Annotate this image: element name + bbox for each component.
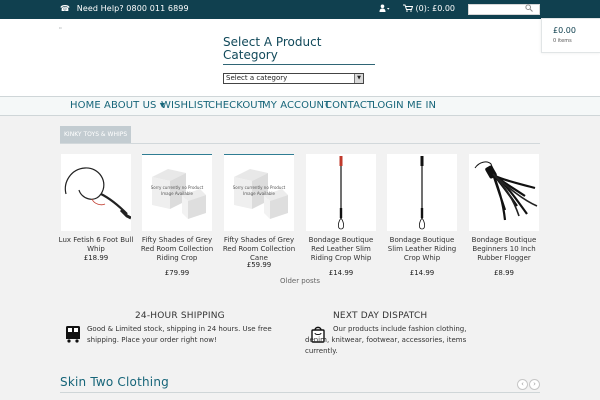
nav-item-my-account[interactable]: MY ACCOUNT (262, 100, 330, 111)
main-navigation: HOME ABOUT US ▾ WISHLIST CHECKOUT MY ACC… (0, 97, 600, 116)
header-cart[interactable]: (0): £0.00 (403, 4, 455, 13)
top-bar: ☎ Need Help? 0800 011 6899 (0): £0.00 (0, 0, 600, 19)
older-posts-link[interactable]: Older posts (280, 277, 320, 285)
product-title[interactable]: Bondage Boutique Beginners 10 Inch Rubbe… (466, 236, 542, 263)
no-image-text: Sorry currently no Product Image Availab… (150, 185, 204, 196)
product-image[interactable] (469, 154, 539, 231)
mini-cart-items: 0 items (553, 38, 572, 44)
user-icon (379, 4, 390, 12)
product-title[interactable]: Fifty Shades of Grey Red Room Collection… (221, 236, 297, 263)
section-tab-kinky-toys[interactable]: KINKY TOYS & WHIPS (60, 126, 132, 144)
cart-icon (403, 4, 414, 12)
product-image[interactable]: Sorry currently no Product Image Availab… (224, 154, 294, 231)
chevron-right-icon: › (533, 380, 536, 388)
help-text: Need Help? 0800 011 6899 (76, 4, 189, 13)
search-icon[interactable] (525, 4, 533, 14)
main-content: KINKY TOYS & WHIPS Lux Fetish 6 Foot Bul… (0, 116, 600, 400)
chevron-down-icon[interactable]: ▼ (354, 74, 363, 83)
nav-item-contact[interactable]: CONTACT (325, 100, 373, 111)
chevron-left-icon: ‹ (521, 380, 524, 388)
bull-whip-image (64, 167, 132, 220)
carousel-prev-button[interactable]: ‹ (517, 379, 528, 390)
nav-item-login[interactable]: LOGIN ME IN (372, 100, 436, 111)
product-title[interactable]: Lux Fetish 6 Foot Bull Whip (58, 236, 134, 254)
brand-divider (60, 392, 540, 393)
flogger-image (474, 161, 538, 221)
product-title[interactable]: Fifty Shades of Grey Red Room Collection… (139, 236, 215, 263)
category-title: Select A Product Category (223, 36, 375, 65)
mini-cart[interactable]: £0.00 0 items (541, 18, 600, 53)
nav-item-wishlist[interactable]: WISHLIST (161, 100, 209, 111)
red-crop-image (337, 156, 345, 230)
product-price: £8.99 (493, 269, 515, 277)
product-image[interactable] (387, 154, 457, 231)
product-image[interactable] (306, 154, 376, 231)
feature-title-shipping: 24-HOUR SHIPPING (135, 311, 225, 321)
search-input[interactable] (468, 4, 540, 15)
product-price: £79.99 (164, 269, 190, 277)
section-divider (60, 143, 540, 144)
black-crop-image (418, 156, 426, 230)
product-image[interactable] (61, 154, 132, 231)
product-price: £14.99 (409, 269, 435, 277)
product-price: £18.99 (83, 254, 109, 262)
nav-item-checkout[interactable]: CHECKOUT (208, 100, 264, 111)
product-image[interactable]: Sorry currently no Product Image Availab… (142, 154, 212, 231)
feature-text-shipping: Good & Limited stock, shipping in 24 hou… (87, 325, 272, 344)
product-price: £59.99 (246, 261, 272, 269)
product-title[interactable]: Bondage Boutique Red Leather Slim Riding… (303, 236, 379, 263)
feature-text-dispatch: Our products include fashion clothing, d… (305, 325, 467, 355)
cart-summary: (0): £0.00 (415, 4, 456, 13)
phone-icon: ☎ (60, 4, 71, 13)
account-menu[interactable] (379, 4, 390, 15)
nav-item-home[interactable]: HOME (70, 100, 101, 111)
feature-title-dispatch: NEXT DAY DISPATCH (333, 311, 428, 321)
brand-section-title[interactable]: Skin Two Clothing (60, 375, 169, 389)
no-image-text: Sorry currently no Product Image Availab… (232, 185, 286, 196)
truck-icon (65, 325, 81, 345)
product-price: £14.99 (328, 269, 354, 277)
category-select-value: Select a category (226, 74, 288, 82)
help-phone[interactable]: ☎ Need Help? 0800 011 6899 (60, 4, 189, 13)
site-header: ▫ Select A Product Category Select a cat… (0, 19, 600, 97)
carousel-next-button[interactable]: › (529, 379, 540, 390)
product-title[interactable]: Bondage Boutique Slim Leather Riding Cro… (384, 236, 460, 263)
logo-placeholder: ▫ (59, 25, 62, 30)
mini-cart-price: £0.00 (553, 26, 576, 35)
category-select[interactable]: Select a category ▼ (223, 73, 364, 84)
nav-item-about-us[interactable]: ABOUT US ▾ (104, 100, 165, 111)
